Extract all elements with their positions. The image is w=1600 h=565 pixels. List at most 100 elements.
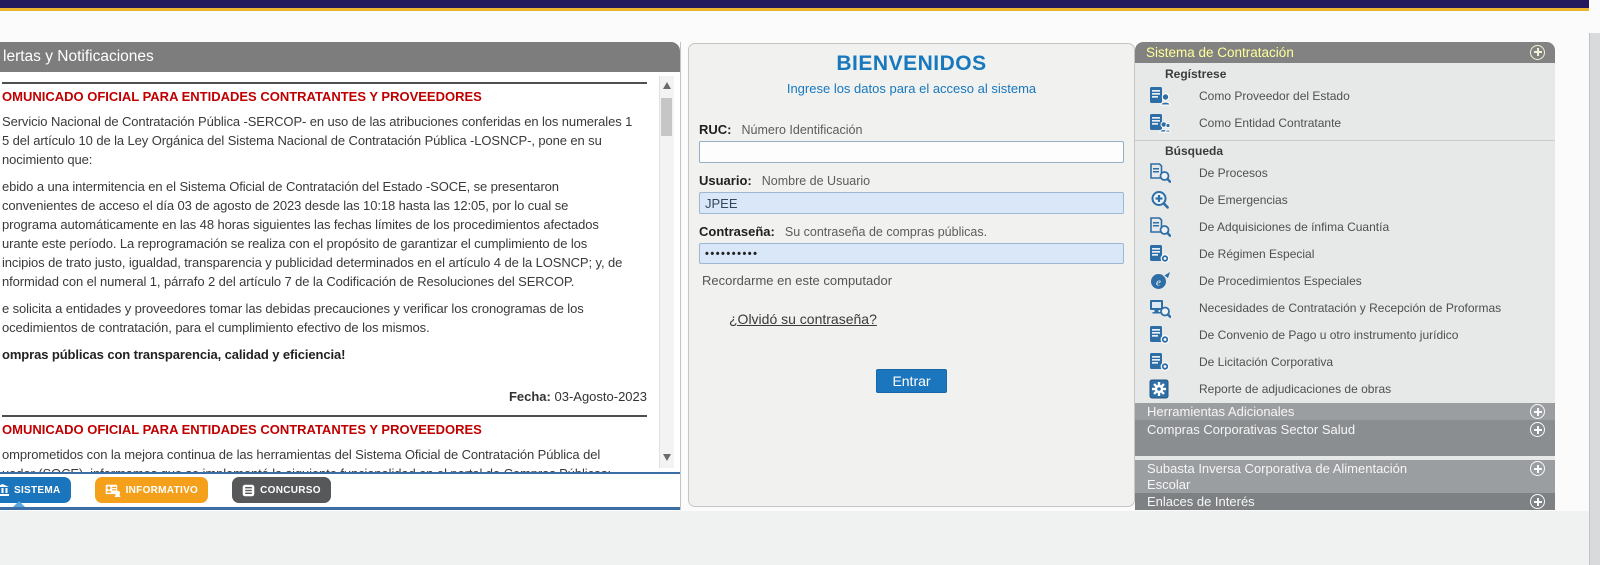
system-icon <box>0 484 9 496</box>
alerts-tabbar: SISTEMA INFORMATIVO <box>0 472 680 510</box>
notice-heading: OMUNICADO OFICIAL PARA ENTIDADES CONTRAT… <box>2 89 658 104</box>
expand-plus-icon[interactable] <box>1530 404 1545 419</box>
menu-item-label: De Procedimientos Especiales <box>1199 274 1362 288</box>
alerts-panel-title: lertas y Notificaciones <box>3 48 154 65</box>
user-field-label-row: Usuario: Nombre de Usuario <box>699 173 1124 188</box>
user-label: Usuario: <box>699 173 752 188</box>
menu-item-de-licitacion-corporativa[interactable]: De Licitación Corporativa <box>1135 349 1555 376</box>
login-subtitle: Ingrese los datos para el acceso al sist… <box>699 81 1124 96</box>
menu-item-de-convenio-de-pago[interactable]: De Convenio de Pago u otro instrumento j… <box>1135 322 1555 349</box>
accordion-compras-corporativas-sector-salud[interactable]: Compras Corporativas Sector Salud <box>1135 420 1555 456</box>
menu-item-como-proveedor-del-estado[interactable]: Como Proveedor del Estado <box>1135 83 1555 110</box>
contracting-menu-panel: Sistema de Contratación Regístrese Como … <box>1135 42 1555 510</box>
notice-line: urante este período. La reprogramación s… <box>2 234 658 253</box>
username-input[interactable] <box>699 192 1124 214</box>
contest-icon <box>242 484 255 497</box>
process-search-icon <box>1149 163 1173 183</box>
accordion-label: Compras Corporativas Sector Salud <box>1147 422 1355 437</box>
expand-plus-icon[interactable] <box>1530 422 1545 437</box>
notice-line: omprometidos con la mejora continua de l… <box>2 445 658 464</box>
submit-row: Entrar <box>699 369 1124 393</box>
scroll-down-arrow-icon[interactable] <box>660 452 674 464</box>
forgot-password-link[interactable]: ¿Olvidó su contraseña? <box>729 311 877 327</box>
accordion-herramientas-adicionales[interactable]: Herramientas Adicionales <box>1135 403 1555 421</box>
menu-item-label: De Licitación Corporativa <box>1199 355 1333 369</box>
informative-icon <box>105 484 121 497</box>
menu-item-necesidades-contratacion-proformas[interactable]: Necesidades de Contratación y Recepción … <box>1135 295 1555 322</box>
login-panel: BIENVENIDOS Ingrese los datos para el ac… <box>688 43 1135 507</box>
menu-divider <box>1135 140 1555 141</box>
tab-label: SISTEMA <box>14 485 61 496</box>
date-value: 03-Agosto-2023 <box>551 389 647 404</box>
menu-item-label: De Procesos <box>1199 166 1268 180</box>
menu-item-de-procedimientos-especiales[interactable]: e De Procedimientos Especiales <box>1135 268 1555 295</box>
corporate-bidding-icon <box>1149 352 1173 372</box>
menu-item-label: Como Proveedor del Estado <box>1199 89 1350 103</box>
login-submit-button[interactable]: Entrar <box>876 369 946 393</box>
menu-panel-title: Sistema de Contratación <box>1146 45 1294 60</box>
remember-me-label: Recordarme en este computador <box>699 273 1124 288</box>
notice-line: programa automáticamente en las 48 horas… <box>2 215 658 234</box>
password-field-label-row: Contraseña: Su contraseña de compras púb… <box>699 224 1124 239</box>
notice-divider <box>2 82 647 84</box>
emergency-search-icon <box>1149 190 1173 210</box>
section-label-busqueda: Búsqueda <box>1165 144 1555 160</box>
menu-item-como-entidad-contratante[interactable]: Como Entidad Contratante <box>1135 110 1555 137</box>
password-input[interactable] <box>699 243 1124 264</box>
menu-item-label: Como Entidad Contratante <box>1199 116 1341 130</box>
active-tab-pointer-icon <box>13 501 25 507</box>
ruc-input[interactable] <box>699 141 1124 163</box>
notice-line: nocimiento que: <box>2 150 658 169</box>
notice-line: ebido a una intermitencia en el Sistema … <box>2 177 658 196</box>
special-regime-icon <box>1149 244 1173 264</box>
menu-item-de-procesos[interactable]: De Procesos <box>1135 160 1555 187</box>
notice-divider <box>2 415 647 417</box>
browser-scrollbar[interactable] <box>1589 33 1600 565</box>
page-background-band <box>0 511 1589 565</box>
tab-sistema[interactable]: SISTEMA <box>0 477 71 503</box>
tab-label: INFORMATIVO <box>126 485 199 496</box>
tab-informativo[interactable]: INFORMATIVO <box>95 477 209 503</box>
payment-agreement-icon <box>1149 325 1173 345</box>
date-label: Fecha: <box>509 389 551 404</box>
section-label-registrese: Regístrese <box>1165 67 1555 83</box>
scroll-up-arrow-icon[interactable] <box>660 80 674 92</box>
ruc-field-label-row: RUC: Número Identificación <box>699 122 1124 137</box>
expand-plus-icon[interactable] <box>1530 494 1545 509</box>
notice-line: convenientes de acceso el día 03 de agos… <box>2 196 658 215</box>
menu-item-reporte-adjudicaciones-obras[interactable]: Reporte de adjudicaciones de obras <box>1135 376 1555 403</box>
notice-emphasis-line: ompras públicas con transparencia, calid… <box>2 345 658 364</box>
tab-concurso[interactable]: CONCURSO <box>232 477 331 503</box>
notice-line: uador (SOCE), informamos que se implemen… <box>2 464 658 472</box>
expand-plus-icon[interactable] <box>1530 461 1545 476</box>
menu-item-de-emergencias[interactable]: De Emergencias <box>1135 187 1555 214</box>
top-navigation-bar <box>0 0 1589 8</box>
page: lertas y Notificaciones OMUNICADO OFICIA… <box>0 0 1600 565</box>
password-label: Contraseña: <box>699 224 775 239</box>
notice-heading: OMUNICADO OFICIAL PARA ENTIDADES CONTRAT… <box>2 422 658 437</box>
svg-text:e: e <box>1156 277 1161 289</box>
accordion-enlaces-de-interes[interactable]: Enlaces de Interés <box>1135 493 1555 510</box>
provider-register-icon <box>1149 86 1173 106</box>
special-procedures-icon: e <box>1149 271 1173 291</box>
menu-item-label: De Convenio de Pago u otro instrumento j… <box>1199 328 1458 342</box>
works-report-icon <box>1149 379 1173 399</box>
notice-line: e solicita a entidades y proveedores tom… <box>2 299 658 318</box>
notice-line: nformidad con el numeral 1, párrafo 2 de… <box>2 272 658 291</box>
alerts-panel-header: lertas y Notificaciones <box>0 42 680 72</box>
notice-date: Fecha: 03-Agosto-2023 <box>2 389 647 404</box>
ruc-hint: Número Identificación <box>742 123 863 137</box>
menu-item-de-adquisiciones-infima-cuantia[interactable]: De Adquisiciones de ínfima Cuantía <box>1135 214 1555 241</box>
user-hint: Nombre de Usuario <box>762 174 870 188</box>
accordion-subasta-inversa-alimentacion-escolar[interactable]: Subasta Inversa Corporativa de Alimentac… <box>1135 460 1555 493</box>
menu-items: Regístrese Como Proveedor del Estado <box>1135 63 1555 403</box>
scroll-thumb[interactable] <box>661 98 672 136</box>
notice-line: ocedimientos de contratación, para el cu… <box>2 318 658 337</box>
menu-panel-header[interactable]: Sistema de Contratación <box>1135 42 1555 63</box>
alerts-scrollbar[interactable] <box>659 76 674 468</box>
notice: OMUNICADO OFICIAL PARA ENTIDADES CONTRAT… <box>2 415 658 472</box>
menu-item-label: Necesidades de Contratación y Recepción … <box>1199 301 1501 315</box>
menu-item-de-regimen-especial[interactable]: De Régimen Especial <box>1135 241 1555 268</box>
expand-plus-icon[interactable] <box>1530 45 1545 60</box>
entity-register-icon <box>1149 113 1173 133</box>
